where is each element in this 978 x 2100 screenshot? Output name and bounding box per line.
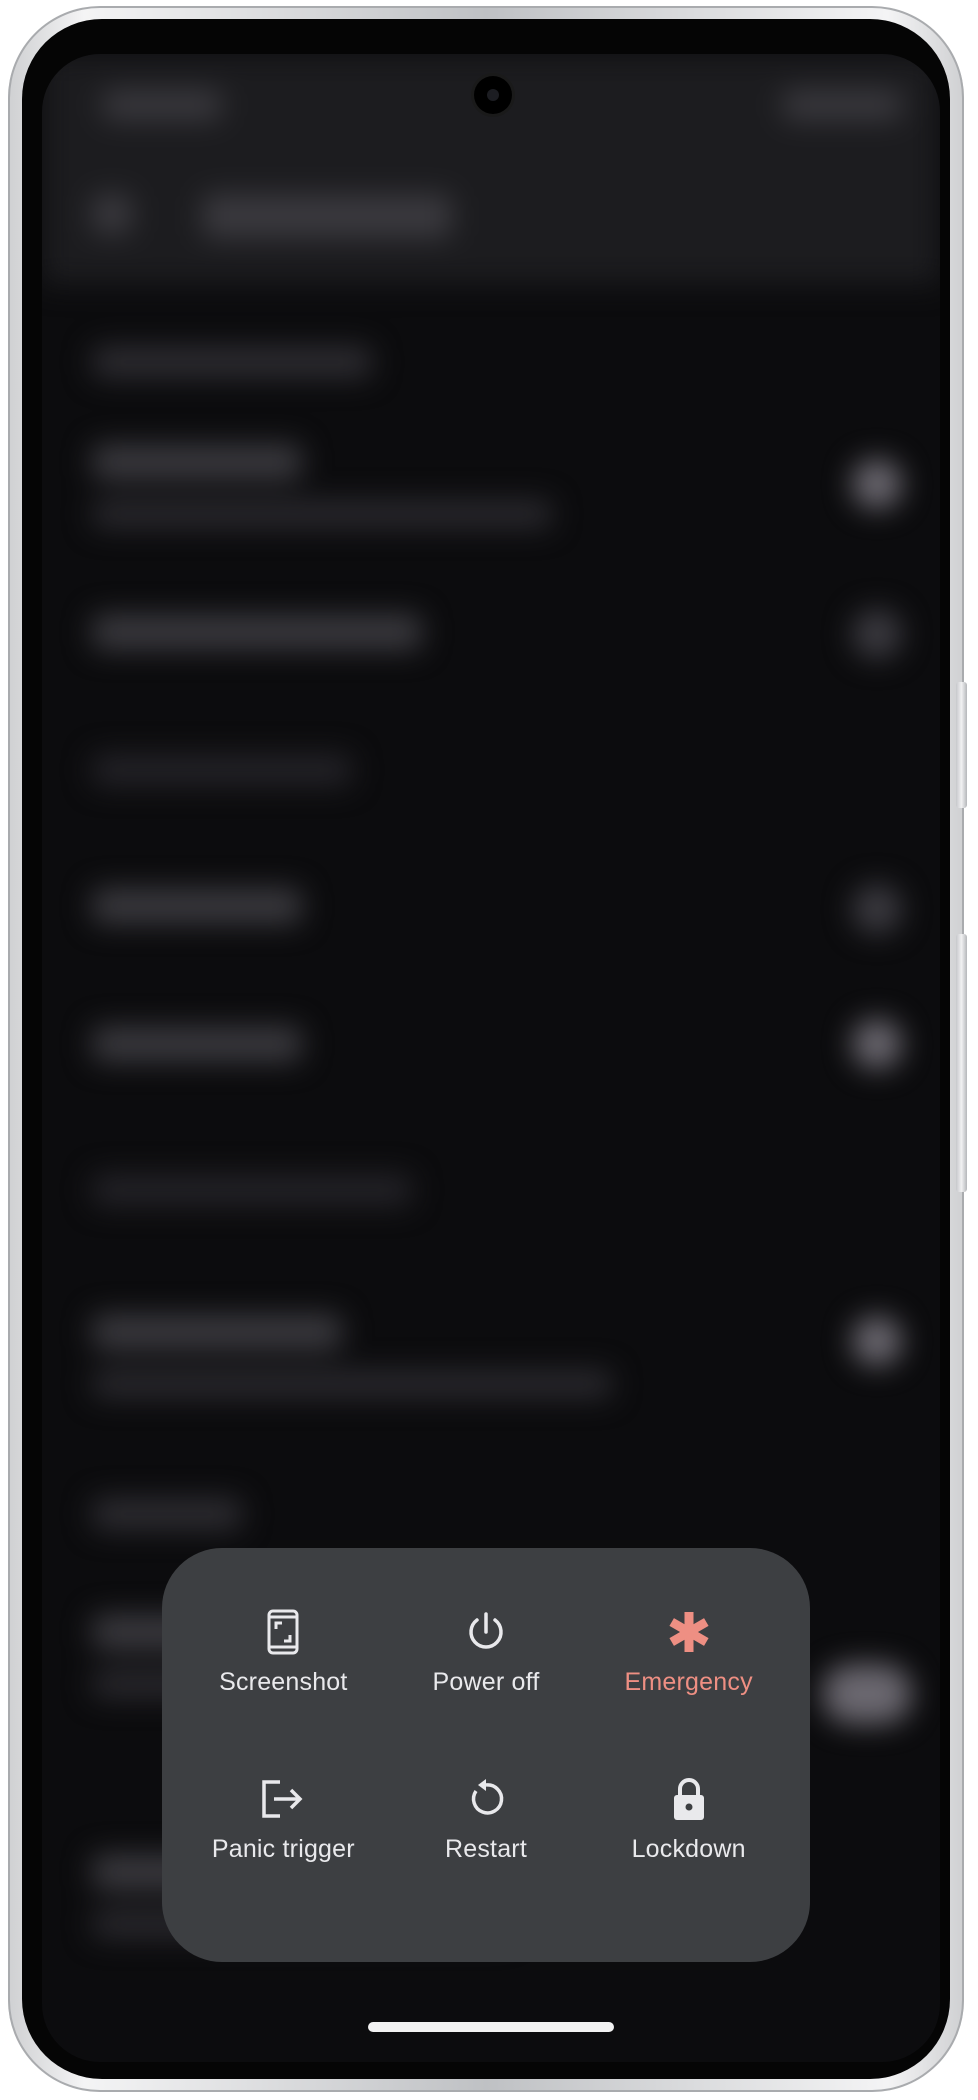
emergency-label: Emergency	[624, 1668, 753, 1696]
power-off-button[interactable]: Power off	[385, 1588, 588, 1755]
power-icon	[462, 1608, 510, 1656]
panic-trigger-label: Panic trigger	[211, 1835, 355, 1863]
volume-button	[956, 682, 967, 808]
front-camera	[474, 76, 512, 114]
lock-icon	[665, 1775, 713, 1823]
screenshot-label: Screenshot	[219, 1668, 348, 1696]
phone-frame: Screenshot Power off Emergency Panic tri…	[8, 6, 967, 2092]
lockdown-button[interactable]: Lockdown	[587, 1755, 790, 1922]
lockdown-label: Lockdown	[631, 1835, 746, 1863]
power-side-button	[956, 934, 967, 1192]
panic-trigger-button[interactable]: Panic trigger	[182, 1755, 385, 1922]
restart-label: Restart	[445, 1835, 527, 1863]
restart-button[interactable]: Restart	[385, 1755, 588, 1922]
screenshot-icon	[259, 1608, 307, 1656]
restart-icon	[462, 1775, 510, 1823]
power-menu: Screenshot Power off Emergency Panic tri…	[162, 1548, 810, 1962]
power-off-label: Power off	[432, 1668, 540, 1696]
home-indicator[interactable]	[368, 2022, 614, 2032]
emergency-asterisk-icon	[665, 1608, 713, 1656]
screen: Screenshot Power off Emergency Panic tri…	[42, 54, 940, 2062]
screenshot-button[interactable]: Screenshot	[182, 1588, 385, 1755]
exit-arrow-icon	[259, 1775, 307, 1823]
emergency-button[interactable]: Emergency	[587, 1588, 790, 1755]
